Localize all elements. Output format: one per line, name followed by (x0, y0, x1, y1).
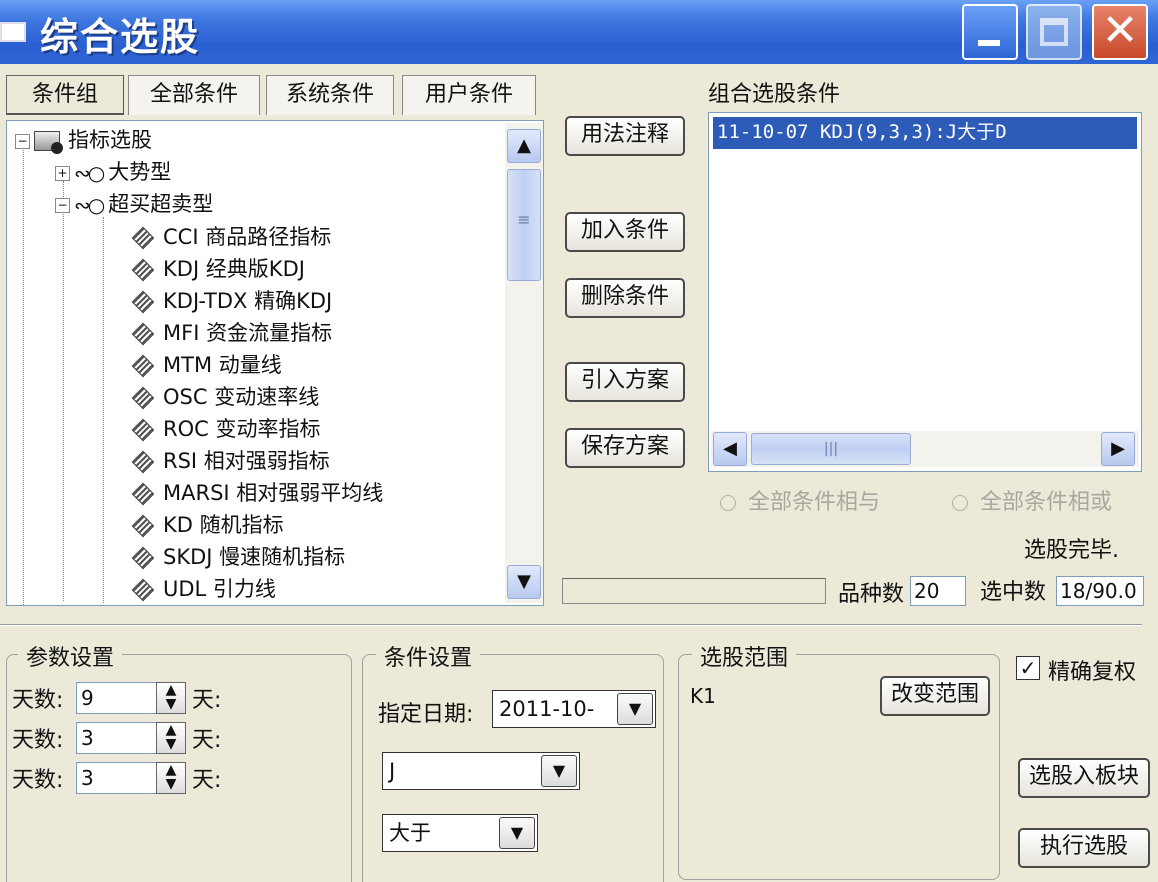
scroll-thumb[interactable]: ≡ (507, 169, 541, 281)
run-selection-button[interactable]: 执行选股 (1018, 828, 1150, 868)
tree-item[interactable]: SKDJ 慢速随机指标 (131, 542, 345, 572)
indicator-icon (131, 418, 155, 442)
exact-adjust-label: 精确复权 (1048, 660, 1137, 685)
tree-item[interactable]: KDJ 经典版KDJ (131, 254, 305, 284)
tree-node-group[interactable]: − ∾○ 超买超卖型 (55, 189, 213, 219)
indicator-icon (131, 578, 155, 602)
spin-button[interactable]: ▲ ▼ (156, 722, 186, 754)
change-range-button[interactable]: 改变范围 (880, 676, 990, 716)
conditions-label: 组合选股条件 (708, 82, 841, 107)
indicator-icon (131, 482, 155, 506)
title-bar: 综合选股 ✕ (0, 0, 1158, 64)
scroll-down-button[interactable]: ▼ (507, 565, 541, 599)
close-icon: ✕ (1101, 5, 1139, 56)
operator-select[interactable]: 大于 ▼ (382, 814, 538, 852)
conditions-hscrollbar[interactable]: ◀ ||| ▶ (711, 431, 1139, 467)
spin-button[interactable]: ▲ ▼ (156, 762, 186, 794)
minimize-button[interactable] (962, 4, 1018, 60)
radio-all-or[interactable]: 全部条件相或 (952, 484, 1112, 516)
spin-button[interactable]: ▲ ▼ (156, 682, 186, 714)
tree-item[interactable]: UDL 引力线 (131, 574, 276, 604)
tree-item[interactable]: KD 随机指标 (131, 510, 284, 540)
minimize-icon (978, 40, 1000, 46)
window-title: 综合选股 (40, 15, 201, 59)
selected-field: 18/90.0 (1056, 576, 1144, 606)
count-label: 品种数 (838, 582, 905, 607)
indicator-icon (131, 514, 155, 538)
chevron-down-icon[interactable]: ▼ (541, 755, 577, 787)
tree-item[interactable]: MTM 动量线 (131, 350, 282, 380)
range-title: 选股范围 (692, 640, 797, 672)
chevron-down-icon[interactable]: ▼ (499, 817, 535, 849)
indicator-icon (131, 546, 155, 570)
tree-item[interactable]: ROC 变动率指标 (131, 414, 320, 444)
add-to-block-button[interactable]: 选股入板块 (1018, 758, 1150, 798)
tab-user-conditions[interactable]: 用户条件 (402, 75, 536, 115)
scroll-up-button[interactable]: ▲ (507, 129, 541, 163)
scroll-right-button[interactable]: ▶ (1101, 432, 1135, 466)
param-unit: 天: (192, 768, 222, 793)
tree-item[interactable]: OSC 变动速率线 (131, 382, 319, 412)
tree-node-root[interactable]: − 指标选股 (15, 125, 152, 155)
tab-system-conditions[interactable]: 系统条件 (266, 75, 394, 115)
count-field: 20 (910, 576, 966, 606)
tree-item[interactable]: RSI 相对强弱指标 (131, 446, 330, 476)
link-icon: ∾○ (74, 161, 105, 185)
params-title: 参数设置 (18, 640, 123, 672)
tree-node-group[interactable]: + ∾○ 大势型 (55, 157, 171, 187)
indicator-icon (131, 226, 155, 250)
tree-item[interactable]: KDJ-TDX 精确KDJ (131, 286, 332, 316)
close-button[interactable]: ✕ (1092, 4, 1148, 60)
add-condition-button[interactable]: 加入条件 (565, 212, 685, 252)
param-unit: 天: (192, 728, 222, 753)
expand-icon[interactable]: + (55, 165, 70, 181)
scroll-left-button[interactable]: ◀ (713, 432, 747, 466)
tab-condition-group[interactable]: 条件组 (6, 75, 124, 115)
indicator-icon (131, 322, 155, 346)
date-label: 指定日期: (378, 702, 474, 727)
field-select[interactable]: J ▼ (382, 752, 580, 790)
maximize-button[interactable] (1026, 4, 1082, 60)
range-value: K1 (690, 684, 716, 708)
tree-scrollbar[interactable]: ▲ ≡ ▼ (505, 123, 543, 603)
folder-icon (34, 131, 63, 154)
indicator-tree: − 指标选股 + ∾○ 大势型 − ∾○ 超买超卖型 CCI 商品路径指标 KDJ 经典版… (6, 120, 544, 606)
save-scheme-button[interactable]: 保存方案 (565, 428, 685, 468)
radio-all-and[interactable]: 全部条件相与 (720, 484, 880, 516)
window-icon (0, 22, 26, 42)
collapse-icon[interactable]: − (15, 133, 30, 149)
progress-bar (562, 578, 826, 604)
tree-item[interactable]: MARSI 相对强弱平均线 (131, 478, 383, 508)
tree-item[interactable]: MFI 资金流量指标 (131, 318, 332, 348)
cond-settings-title: 条件设置 (376, 640, 481, 672)
indicator-icon (131, 258, 155, 282)
date-select[interactable]: 2011-10- ▼ (492, 690, 656, 728)
radio-icon (720, 495, 736, 511)
param-unit: 天: (192, 688, 222, 713)
indicator-icon (131, 386, 155, 410)
indicator-icon (131, 450, 155, 474)
indicator-icon (131, 354, 155, 378)
divider (0, 624, 1142, 626)
selected-label: 选中数 (980, 580, 1047, 605)
tab-all-conditions[interactable]: 全部条件 (128, 75, 260, 115)
list-item[interactable]: 11-10-07 KDJ(9,3,3):J大于D (713, 117, 1137, 149)
collapse-icon[interactable]: − (55, 197, 70, 213)
conditions-list[interactable]: 11-10-07 KDJ(9,3,3):J大于D ◀ ||| ▶ (708, 112, 1142, 472)
import-scheme-button[interactable]: 引入方案 (565, 362, 685, 402)
chevron-down-icon[interactable]: ▼ (617, 693, 653, 725)
usage-notes-button[interactable]: 用法注释 (565, 116, 685, 156)
param-label: 天数: (12, 768, 64, 793)
status-text: 选股完毕. (1024, 538, 1119, 563)
exact-adjust-checkbox[interactable]: ✓ (1016, 656, 1040, 680)
delete-condition-button[interactable]: 删除条件 (565, 278, 685, 318)
maximize-icon (1040, 18, 1068, 46)
param-label: 天数: (12, 688, 64, 713)
radio-icon (952, 495, 968, 511)
tree-item[interactable]: CCI 商品路径指标 (131, 222, 331, 252)
param-label: 天数: (12, 728, 64, 753)
link-icon: ∾○ (74, 193, 105, 217)
scroll-thumb[interactable]: ||| (751, 433, 911, 465)
indicator-icon (131, 290, 155, 314)
